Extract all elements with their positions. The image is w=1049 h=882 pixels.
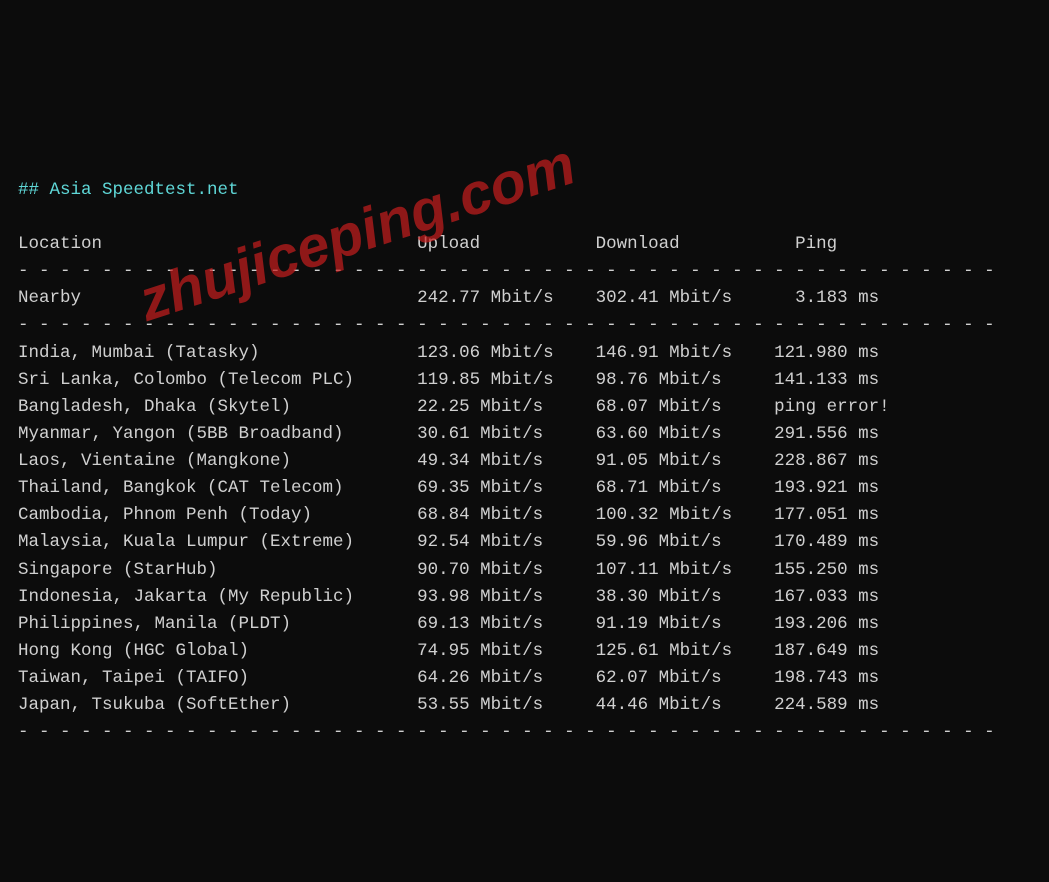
table-header-row: Location Upload Download Ping <box>18 234 837 254</box>
divider-line: - - - - - - - - - - - - - - - - - - - - … <box>18 722 995 742</box>
divider-line: - - - - - - - - - - - - - - - - - - - - … <box>18 315 995 335</box>
divider-line: - - - - - - - - - - - - - - - - - - - - … <box>18 261 995 281</box>
terminal-output: ## Asia Speedtest.net Location Upload Do… <box>18 177 1031 747</box>
nearby-row: Nearby 242.77 Mbit/s 302.41 Mbit/s 3.183… <box>18 288 879 308</box>
table-rows: India, Mumbai (Tatasky) 123.06 Mbit/s 14… <box>18 343 890 716</box>
section-title: ## Asia Speedtest.net <box>18 180 239 200</box>
